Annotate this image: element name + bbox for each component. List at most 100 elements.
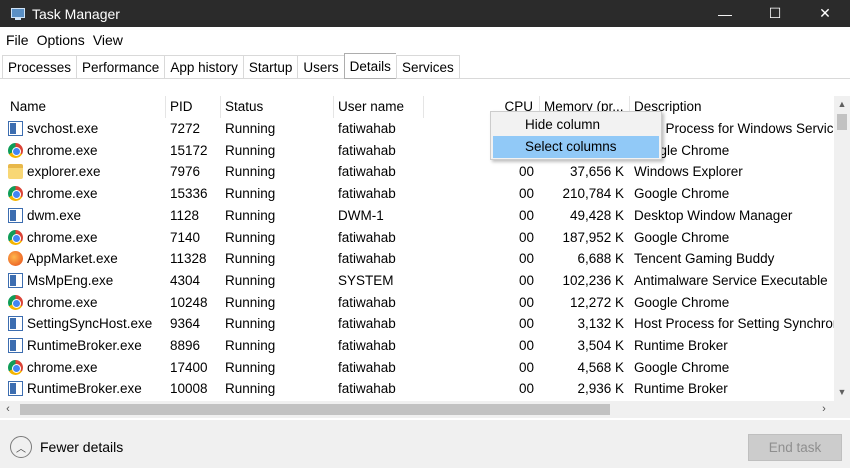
process-name-cell: MsMpEng.exe [4, 270, 166, 292]
process-name: chrome.exe [27, 229, 98, 245]
user-name-cell: fatiwahab [338, 251, 396, 267]
chevron-up-icon: ︿ [10, 436, 32, 458]
column-header-status[interactable]: Status [221, 96, 334, 118]
vertical-scrollbar[interactable]: ▲ ▼ [834, 96, 850, 400]
memory-cell: 4,568 K [577, 359, 624, 375]
tab-details[interactable]: Details [343, 53, 396, 79]
table-row[interactable]: chrome.exe 17400 Running fatiwahab 00 4,568 K… [0, 357, 840, 379]
horizontal-scroll-thumb[interactable] [20, 404, 610, 415]
memory-cell: 187,952 K [562, 229, 624, 245]
hide-column-menu-item[interactable]: Hide column [493, 114, 659, 136]
process-name-cell: chrome.exe [4, 227, 166, 249]
column-header-pid[interactable]: PID [166, 96, 221, 118]
tab-services[interactable]: Services [395, 55, 460, 79]
pid-cell: 11328 [170, 251, 207, 267]
description-cell: Runtime Broker [634, 381, 728, 397]
scroll-right-icon[interactable]: › [816, 401, 832, 418]
table-row[interactable]: chrome.exe 7140 Running fatiwahab 00 187,952 … [0, 227, 840, 249]
user-name-cell: fatiwahab [338, 338, 396, 353]
status-cell: Running [225, 272, 276, 288]
table-row[interactable]: MsMpEng.exe 4304 Running SYSTEM 00 102,236 K A… [0, 270, 840, 292]
process-name-cell: chrome.exe [4, 140, 166, 162]
description-cell: Google Chrome [634, 359, 730, 375]
description-cell: Google Chrome [634, 186, 730, 202]
appmarket-icon [8, 251, 23, 267]
table-row[interactable]: chrome.exe 15336 Running fatiwahab 00 210,784… [0, 183, 840, 205]
memory-cell: 37,656 K [569, 164, 624, 180]
vertical-scroll-thumb[interactable] [837, 114, 847, 130]
process-name: chrome.exe [27, 142, 98, 158]
status-cell: Running [225, 338, 276, 353]
process-name: chrome.exe [27, 186, 98, 202]
memory-cell: 210,784 K [562, 186, 624, 202]
minimize-button[interactable]: — [700, 0, 750, 27]
user-name-cell: fatiwahab [338, 186, 396, 202]
service-icon [8, 207, 23, 223]
status-cell: Running [225, 381, 276, 397]
title-bar: Task Manager — ☐ ✕ [0, 0, 850, 27]
process-name: AppMarket.exe [27, 251, 118, 267]
table-row[interactable]: SettingSyncHost.exe 9364 Running fatiwahab 0… [0, 313, 840, 335]
column-header-row: Name PID Status User name CPU Memory (pr… [0, 96, 840, 118]
select-columns-menu-item[interactable]: Select columns [493, 136, 659, 158]
process-name-cell: AppMarket.exe [4, 248, 166, 270]
footer-bar: ︿ Fewer details End task [0, 420, 850, 468]
tab-strip: Processes Performance App history Startu… [2, 53, 460, 79]
tab-users[interactable]: Users [297, 55, 344, 79]
horizontal-scrollbar[interactable]: ‹ › [0, 401, 834, 418]
chrome-icon [8, 142, 23, 158]
table-row[interactable]: svchost.exe7272Runningfatiwahab00Host Pr… [0, 118, 840, 140]
table-row[interactable]: explorer.exe 7976 Running fatiwahab 00 37,656… [0, 161, 840, 183]
tab-performance[interactable]: Performance [76, 55, 165, 79]
folder-icon [8, 164, 23, 180]
service-icon [8, 381, 23, 397]
user-name-cell: fatiwahab [338, 229, 396, 245]
table-row[interactable]: RuntimeBroker.exe 10008 Running fatiwahab 00… [0, 378, 840, 400]
task-manager-icon [10, 7, 26, 21]
status-cell: Running [225, 251, 276, 267]
process-list: svchost.exe 7272 Running fatiwahab 00 Host Pr… [0, 118, 840, 400]
menu-file[interactable]: File [2, 32, 33, 48]
menu-options[interactable]: Options [33, 32, 89, 48]
scroll-down-icon[interactable]: ▼ [834, 384, 850, 400]
tab-processes[interactable]: Processes [2, 55, 77, 79]
cpu-cell: 00 [518, 229, 534, 245]
status-cell: Running [225, 121, 276, 136]
table-row[interactable]: AppMarket.exe 11328 Running fatiwahab 00 6,68… [0, 248, 840, 270]
process-name-cell: chrome.exe [4, 292, 166, 314]
pid-cell: 8896 [170, 338, 201, 353]
user-name-cell: fatiwahab [338, 121, 396, 136]
table-row[interactable]: dwm.exe 1128 Running DWM-1 00 49,428 K Desktop… [0, 205, 840, 227]
maximize-button[interactable]: ☐ [750, 0, 800, 27]
scrollbar-corner [834, 400, 850, 418]
close-button[interactable]: ✕ [800, 0, 850, 27]
process-name: dwm.exe [27, 207, 82, 223]
description-cell: Desktop Window Manager [634, 207, 793, 223]
chrome-icon [8, 294, 23, 310]
scroll-up-icon[interactable]: ▲ [834, 96, 850, 112]
user-name-cell: fatiwahab [338, 381, 396, 397]
user-name-cell: fatiwahab [338, 294, 396, 310]
user-name-cell: DWM-1 [338, 207, 384, 223]
tab-startup[interactable]: Startup [242, 55, 298, 79]
table-row[interactable]: RuntimeBroker.exe 8896 Running fatiwahab 00 3… [0, 335, 840, 357]
user-name-cell: SYSTEM [338, 272, 394, 288]
process-name: svchost.exe [27, 121, 99, 136]
menu-view[interactable]: View [89, 32, 127, 48]
column-header-name[interactable]: Name [6, 96, 166, 118]
scroll-left-icon[interactable]: ‹ [0, 401, 16, 418]
table-row[interactable]: chrome.exe15172Runningfatiwahab00Google … [0, 140, 840, 162]
column-header-user-name[interactable]: User name [334, 96, 424, 118]
fewer-details-button[interactable]: ︿ Fewer details [10, 436, 123, 458]
description-cell: Tencent Gaming Buddy [634, 251, 775, 267]
process-name-cell: RuntimeBroker.exe [4, 378, 166, 400]
memory-cell: 6,688 K [577, 251, 624, 267]
tab-app-history[interactable]: App history [164, 55, 243, 79]
cpu-cell: 00 [518, 251, 534, 267]
process-name: MsMpEng.exe [27, 272, 114, 288]
pid-cell: 7140 [170, 229, 201, 245]
end-task-button[interactable]: End task [748, 434, 842, 461]
table-row[interactable]: chrome.exe 10248 Running fatiwahab 00 12,272 … [0, 292, 840, 314]
status-cell: Running [225, 207, 276, 223]
service-icon [8, 316, 23, 332]
